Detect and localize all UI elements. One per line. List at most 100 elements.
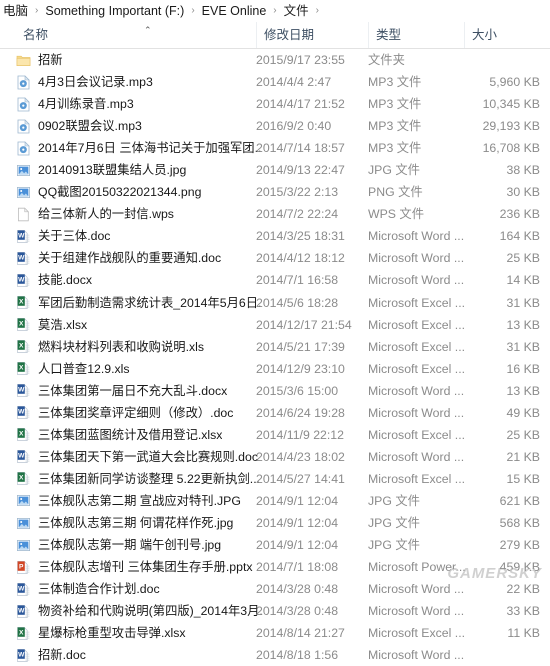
word-icon: W bbox=[16, 604, 31, 619]
file-row[interactable]: 三体舰队志第三期 何谓花样作死.jpg 2014/9/1 12:04 JPG 文件 5… bbox=[0, 512, 550, 534]
column-header-size[interactable]: 大小 bbox=[464, 22, 544, 48]
breadcrumb-item-1[interactable]: Something Important (F:) bbox=[44, 0, 185, 22]
file-type: MP3 文件 bbox=[368, 119, 422, 134]
breadcrumb-item-2[interactable]: EVE Online bbox=[201, 0, 268, 22]
file-row[interactable]: X 燃料块材料列表和收购说明.xls 2014/5/21 17:39 Microsof… bbox=[0, 336, 550, 358]
file-row[interactable]: X 军团后勤制造需求统计表_2014年5月6日... 2014/5/6 18:28 M… bbox=[0, 292, 550, 314]
file-date-modified: 2015/9/17 23:55 bbox=[256, 53, 345, 67]
file-row[interactable]: 三体舰队志第二期 宣战应对特刊.JPG 2014/9/1 12:04 JPG 文件 6… bbox=[0, 490, 550, 512]
file-row[interactable]: X 三体集团新同学访谈整理 5.22更新执剑... 2014/5/27 14:41 M… bbox=[0, 468, 550, 490]
file-name-label: 三体集团第一届日不充大乱斗.docx bbox=[38, 383, 228, 398]
file-size: 10,345 KB bbox=[482, 97, 540, 112]
file-name-cell[interactable]: X 三体集团新同学访谈整理 5.22更新执剑... bbox=[16, 468, 262, 490]
file-name-cell[interactable]: X 星爆标枪重型攻击导弹.xlsx bbox=[16, 622, 262, 644]
image-icon bbox=[16, 163, 31, 178]
file-name-label: 三体集团蓝图统计及借用登记.xlsx bbox=[38, 427, 223, 442]
column-header-date-modified[interactable]: 修改日期 bbox=[256, 22, 368, 48]
file-type: JPG 文件 bbox=[368, 163, 420, 178]
file-size: 16,708 KB bbox=[482, 141, 540, 156]
file-type: Microsoft Word ... bbox=[368, 273, 465, 288]
file-row[interactable]: W 技能.docx 2014/7/1 16:58 Microsoft Word ...… bbox=[0, 269, 550, 291]
word-icon: W bbox=[16, 383, 31, 398]
file-row[interactable]: P 三体舰队志增刊 三体集团生存手册.pptx 2014/7/1 18:08 Micr… bbox=[0, 556, 550, 578]
word-icon: W bbox=[16, 405, 31, 420]
file-name-label: 三体舰队志第三期 何谓花样作死.jpg bbox=[38, 515, 234, 530]
file-name-cell[interactable]: 0902联盟会议.mp3 bbox=[16, 115, 262, 137]
file-list[interactable]: 招新 2015/9/17 23:55 文件夹 4月3日会议记录.mp3 2014/4/4… bbox=[0, 49, 550, 666]
file-row[interactable]: 0902联盟会议.mp3 2016/9/2 0:40 MP3 文件 29,193 KB bbox=[0, 115, 550, 137]
file-row[interactable]: W 关于组建作战舰队的重要通知.doc 2014/4/12 18:12 Microso… bbox=[0, 247, 550, 269]
column-header-size-label: 大小 bbox=[472, 28, 498, 42]
file-row[interactable]: W 招新.doc 2014/8/18 1:56 Microsoft Word ... bbox=[0, 644, 550, 666]
file-name-label: 4月训练录音.mp3 bbox=[38, 97, 134, 112]
file-type: Microsoft Power... bbox=[368, 560, 466, 575]
file-name-cell[interactable]: W 关于组建作战舰队的重要通知.doc bbox=[16, 247, 262, 269]
file-row[interactable]: W 三体制造合作计划.doc 2014/3/28 0:48 Microsoft Wor… bbox=[0, 578, 550, 600]
file-row[interactable]: 三体舰队志第一期 端午创刊号.jpg 2014/9/1 12:04 JPG 文件 27… bbox=[0, 534, 550, 556]
file-name-cell[interactable]: P 三体舰队志增刊 三体集团生存手册.pptx bbox=[16, 556, 262, 578]
column-header-name[interactable]: 名称 ⌃ bbox=[16, 22, 256, 48]
file-size: 14 KB bbox=[506, 273, 541, 288]
excel-icon: X bbox=[16, 427, 31, 442]
file-name-cell[interactable]: 三体舰队志第一期 端午创刊号.jpg bbox=[16, 534, 262, 556]
file-type: Microsoft Excel ... bbox=[368, 339, 466, 354]
excel-icon: X bbox=[16, 361, 31, 376]
file-row[interactable]: W 关于三体.doc 2014/3/25 18:31 Microsoft Word .… bbox=[0, 225, 550, 247]
file-row[interactable]: X 三体集团蓝图统计及借用登记.xlsx 2014/11/9 22:12 Micros… bbox=[0, 424, 550, 446]
file-name-cell[interactable]: 20140913联盟集结人员.jpg bbox=[16, 159, 262, 181]
file-name-cell[interactable]: X 燃料块材料列表和收购说明.xls bbox=[16, 336, 262, 358]
file-date-modified: 2014/5/6 18:28 bbox=[256, 295, 339, 310]
file-row[interactable]: W 三体集团奖章评定细则（修改）.doc 2014/6/24 19:28 Micros… bbox=[0, 402, 550, 424]
file-name-cell[interactable]: W 三体集团天下第一武道大会比赛规则.doc bbox=[16, 446, 262, 468]
file-size: 38 KB bbox=[506, 163, 541, 178]
breadcrumb-item-3[interactable]: 文件 bbox=[283, 0, 310, 22]
file-name-label: 物资补给和代购说明(第四版)_2014年3月... bbox=[38, 604, 262, 619]
file-name-cell[interactable]: 三体舰队志第三期 何谓花样作死.jpg bbox=[16, 512, 262, 534]
file-name-cell[interactable]: W 三体集团第一届日不充大乱斗.docx bbox=[16, 380, 262, 402]
file-name-label: 技能.docx bbox=[38, 273, 92, 288]
file-name-cell[interactable]: W 招新.doc bbox=[16, 644, 262, 666]
file-row[interactable]: 2014年7月6日 三体海书记关于加强军团... 2014/7/14 18:57 M… bbox=[0, 137, 550, 159]
file-name-cell[interactable]: X 三体集团蓝图统计及借用登记.xlsx bbox=[16, 424, 262, 446]
file-row[interactable]: X 人口普查12.9.xls 2014/12/9 23:10 Microsoft Ex… bbox=[0, 358, 550, 380]
file-type: Microsoft Excel ... bbox=[368, 626, 466, 641]
file-size: 11 KB bbox=[507, 626, 540, 641]
file-size: 31 KB bbox=[506, 339, 541, 354]
file-row[interactable]: W 三体集团天下第一武道大会比赛规则.doc 2014/4/23 18:02 Micr… bbox=[0, 446, 550, 468]
file-name-cell[interactable]: 4月训练录音.mp3 bbox=[16, 93, 262, 115]
mp3-icon bbox=[16, 74, 31, 90]
file-date-modified: 2014/7/1 18:08 bbox=[256, 560, 339, 575]
file-row[interactable]: 给三体新人的一封信.wps 2014/7/2 22:24 WPS 文件 236 KB bbox=[0, 203, 550, 225]
file-row[interactable]: 招新 2015/9/17 23:55 文件夹 bbox=[0, 49, 550, 71]
file-name-cell[interactable]: X 军团后勤制造需求统计表_2014年5月6日... bbox=[16, 292, 262, 314]
file-name-cell[interactable]: 4月3日会议记录.mp3 bbox=[16, 71, 262, 93]
file-name-cell[interactable]: W 技能.docx bbox=[16, 269, 262, 291]
file-name-cell[interactable]: 2014年7月6日 三体海书记关于加强军团... bbox=[16, 137, 262, 159]
file-row[interactable]: 20140913联盟集结人员.jpg 2014/9/13 22:47 JPG 文件 3… bbox=[0, 159, 550, 181]
file-name-cell[interactable]: W 物资补给和代购说明(第四版)_2014年3月... bbox=[16, 600, 262, 622]
file-name-cell[interactable]: QQ截图20150322021344.png bbox=[16, 181, 262, 203]
sort-ascending-icon: ⌃ bbox=[144, 25, 152, 35]
file-name-cell[interactable]: X 人口普查12.9.xls bbox=[16, 358, 262, 380]
file-row[interactable]: QQ截图20150322021344.png 2015/3/22 2:13 PNG … bbox=[0, 181, 550, 203]
file-name-cell[interactable]: X 莫浩.xlsx bbox=[16, 314, 262, 336]
svg-text:X: X bbox=[19, 343, 24, 350]
file-name-cell[interactable]: 三体舰队志第二期 宣战应对特刊.JPG bbox=[16, 490, 262, 512]
column-header-type[interactable]: 类型 bbox=[368, 22, 464, 48]
file-row[interactable]: 4月训练录音.mp3 2014/4/17 21:52 MP3 文件 10,345 KB bbox=[0, 93, 550, 115]
file-row[interactable]: 4月3日会议记录.mp3 2014/4/4 2:47 MP3 文件 5,960 KB bbox=[0, 71, 550, 93]
file-type: JPG 文件 bbox=[368, 493, 420, 508]
file-name-cell[interactable]: 招新 bbox=[16, 49, 262, 71]
file-name-cell[interactable]: W 三体集团奖章评定细则（修改）.doc bbox=[16, 402, 262, 424]
file-name-cell[interactable]: 给三体新人的一封信.wps bbox=[16, 203, 262, 225]
breadcrumb[interactable]: 电脑 › Something Important (F:) › EVE Online › 文… bbox=[0, 0, 550, 22]
file-size: 164 KB bbox=[499, 229, 540, 244]
file-row[interactable]: W 物资补给和代购说明(第四版)_2014年3月... 2014/3/28 0:48… bbox=[0, 600, 550, 622]
file-row[interactable]: X 星爆标枪重型攻击导弹.xlsx 2014/8/14 21:27 Microsoft… bbox=[0, 622, 550, 644]
file-row[interactable]: W 三体集团第一届日不充大乱斗.docx 2015/3/6 15:00 Microso… bbox=[0, 380, 550, 402]
mp3-icon bbox=[16, 118, 31, 134]
breadcrumb-item-0[interactable]: 电脑 bbox=[2, 0, 29, 22]
file-name-cell[interactable]: W 关于三体.doc bbox=[16, 225, 262, 247]
file-name-cell[interactable]: W 三体制造合作计划.doc bbox=[16, 578, 262, 600]
file-row[interactable]: X 莫浩.xlsx 2014/12/17 21:54 Microsoft Excel … bbox=[0, 314, 550, 336]
